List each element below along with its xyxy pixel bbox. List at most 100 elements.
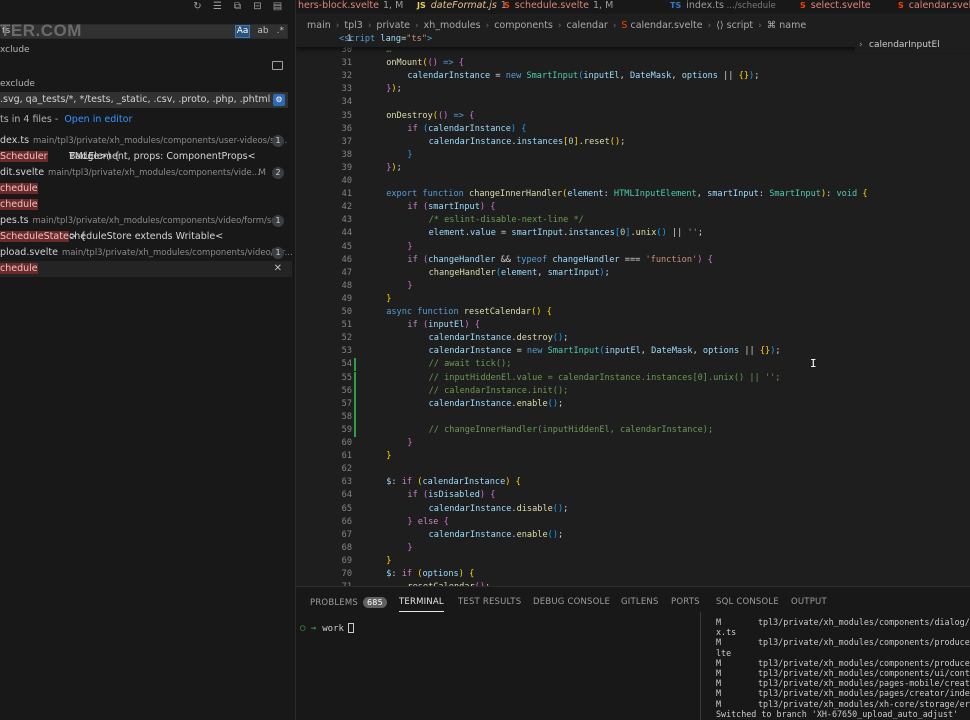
breadcrumb-item[interactable]: private [376,20,410,31]
code-line[interactable]: 39}); [296,162,970,175]
code-line[interactable]: 37 calendarInstance.instances[0].reset(); [296,136,970,149]
collapse-all-icon[interactable]: ⊟ [252,1,263,12]
result-match-row[interactable]: chedule ✕ [0,261,292,277]
match-highlight: ScheduleState [0,231,69,242]
code-line[interactable]: 56 // calendarInstance.init(); [296,384,970,398]
chevron-right-icon: › [859,40,863,50]
code-line[interactable]: 48} [296,280,970,293]
line-number: 43 [341,215,352,226]
code-token: => [443,58,454,69]
breadcrumb-item[interactable]: xh_modules [424,20,481,31]
code-line[interactable]: 67 calendarInstance.enable(); [296,529,970,542]
git-added-gutter [354,358,356,372]
code-line[interactable]: 35 onDestroy(() => { [296,110,970,123]
code-line[interactable]: 70 $: if (options) { [296,568,970,581]
code-line[interactable]: 50 async function resetCalendar() { [296,306,970,319]
code-line[interactable]: 42 if (smartInput) { [296,201,970,214]
code-line[interactable]: 51 if (inputEl) { [296,319,970,332]
result-match-row[interactable]: TMLElement, props: ComponentProps< Schedu… [0,149,292,165]
match-case-toggle[interactable]: Aa [234,25,251,38]
result-file-row[interactable]: dit.svelte main/tpl3/private/xh_modules/c… [0,165,292,181]
terminal-prompt[interactable]: ○ → work [300,623,354,634]
breadcrumb-item[interactable]: calendar [567,20,608,31]
code-line[interactable]: 36 if (calendarInstance) { [296,123,970,136]
code-line[interactable]: 68} [296,542,970,555]
open-in-editor-link[interactable]: Open in editor [64,114,132,125]
code-token: if [407,202,418,213]
code-line[interactable]: 44 element.value = smartInput.instances[0… [296,227,970,240]
code-line[interactable]: 33}); [296,83,970,96]
code-line[interactable]: 54 // await tick(); [296,358,970,372]
breadcrumb-item[interactable]: tpl3 [344,20,362,31]
code-line[interactable]: 55 // inputHiddenEl.value = calendarInsta… [296,371,970,385]
code-line[interactable]: 57 calendarInstance.enable(); [296,397,970,411]
result-file-name: dit.svelte [0,167,45,178]
code-token: { [862,189,868,200]
code-line[interactable]: 65 calendarInstance.disable(); [296,503,970,516]
code-line[interactable]: 43 /* eslint-disable-next-line */ [296,214,970,227]
code-line[interactable]: 63 $: if (calendarInstance) { [296,476,970,489]
editor-tab[interactable]: TS index.ts .../schedule [662,0,784,14]
panel-tab-problems[interactable]: PROBLEMS 685 [310,597,387,608]
panel-tab-debug-console[interactable]: DEBUG CONSOLE [533,597,610,607]
code-line[interactable]: 62 [296,463,970,476]
match-whole-word-toggle[interactable]: ab [256,25,269,38]
result-file-row[interactable]: pes.ts main/tpl3/private/xh_modules/compo… [0,213,292,229]
code-line[interactable]: 59 // changeInnerHandler(inputHiddenEl, c… [296,423,970,437]
result-match-row[interactable]: cheduleStore extends Writable< ScheduleSt… [0,229,292,245]
breadcrumb-item[interactable]: components [494,20,553,31]
result-match-row[interactable]: chedule [0,181,292,197]
code-line[interactable]: 45} [296,241,970,254]
code-line[interactable]: 32 calendarInstance = new SmartInput(inpu… [296,70,970,83]
panel-tab-ports[interactable]: PORTS [671,597,700,607]
code-line[interactable]: 60} [296,437,970,450]
clear-results-icon[interactable]: ☰ [212,1,223,12]
panel-tab-test-results[interactable]: TEST RESULTS [458,597,521,607]
code-line[interactable]: 61} [296,450,970,463]
code-line[interactable]: 31 onMount(() => { [296,57,970,70]
code-line[interactable]: 58 [296,410,970,424]
editor-tab[interactable]: Sselect.svelte [792,0,879,14]
outline-breadcrumb-chip[interactable]: › calendarInputEl [855,38,970,52]
code-line[interactable]: 52 calendarInstance.destroy(); [296,332,970,345]
code-line[interactable]: 46 if (changeHandler && typeof changeHand… [296,254,970,267]
code-line[interactable]: 66} else { [296,516,970,529]
line-number: 40 [341,176,352,186]
breadcrumb-item[interactable]: calendar.svelte [630,20,702,31]
editor-tab[interactable]: Scalendar.svelte [890,0,970,14]
use-exclude-settings-icon[interactable]: ⚙ [273,94,285,106]
breadcrumb-item[interactable]: script [727,20,753,31]
panel-tab-sql-console[interactable]: SQL CONSOLE [716,597,779,607]
code-token: = [511,346,527,357]
editor-tab[interactable]: hers-block.svelte 1, M [296,0,411,14]
refresh-icon[interactable]: ↻ [192,1,203,12]
result-match-row[interactable]: chedule [0,197,292,213]
only-open-editors-icon[interactable] [272,61,283,70]
view-as-tree-icon[interactable]: ▤ [272,1,283,12]
code-line[interactable]: 53 calendarInstance = new SmartInput(inpu… [296,345,970,358]
panel-tab-output[interactable]: OUTPUT [791,597,827,607]
code-token: = [490,71,506,82]
code-editor[interactable]: 1 <script lang="ts"> › calendarInputEl 30… [296,34,970,586]
code-line[interactable]: 69} [296,555,970,568]
code-line[interactable]: 38} [296,149,970,162]
code-line[interactable]: 49} [296,293,970,306]
code-line[interactable]: 64 if (isDisabled) { [296,489,970,502]
breadcrumb-item[interactable]: name [779,20,806,31]
dismiss-result-icon[interactable]: ✕ [274,261,282,277]
code-line[interactable]: 47 changeHandler(element, smartInput); [296,267,970,280]
editor-tab[interactable]: Sschedule.svelte 1, M [496,0,621,14]
panel-tab-terminal[interactable]: TERMINAL [399,597,444,612]
exclude-field[interactable]: .svg, qa_tests/*, */tests, _static, .csv… [0,92,288,108]
breadcrumb-item[interactable]: main [307,20,331,31]
code-line[interactable]: 41 export function changeInnerHandler(ele… [296,188,970,201]
code-line[interactable]: 40 [296,175,970,188]
terminal-output-pane[interactable]: Mtpl3/private/xh_modules/components/dial… [700,612,970,720]
code-line[interactable]: 34 [296,96,970,109]
new-search-editor-icon[interactable]: ⧉ [232,1,243,12]
result-file-row[interactable]: pload.svelte main/tpl3/private/xh_modules… [0,245,292,261]
result-file-path: main/tpl3/private/xh_modules/components/… [61,248,292,258]
regex-toggle[interactable]: .* [276,25,285,38]
result-file-row[interactable]: dex.ts main/tpl3/private/xh_modules/compo… [0,133,292,149]
panel-tab-gitlens[interactable]: GITLENS [621,597,659,607]
